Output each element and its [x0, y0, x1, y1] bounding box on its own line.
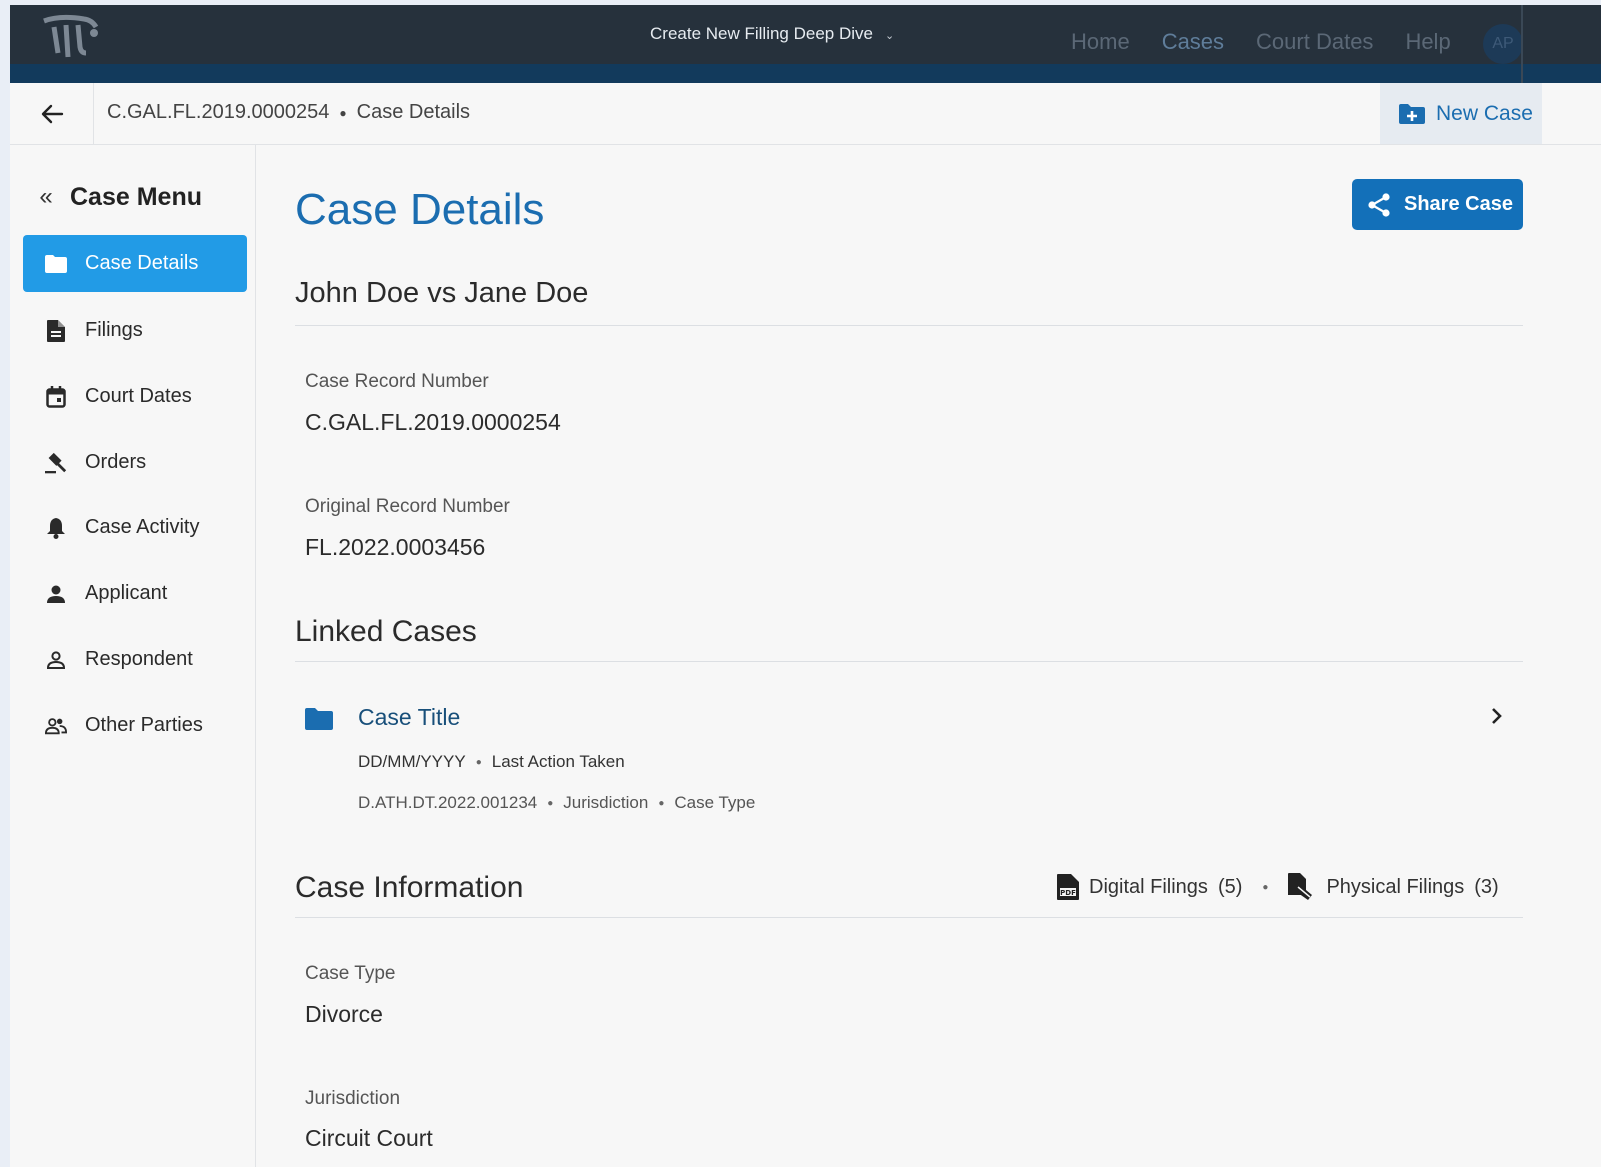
- sidebar-item-label: Case Details: [85, 252, 199, 274]
- main-content: Case Details Share Case John Doe vs Jane…: [257, 145, 1601, 1167]
- sidebar-item-court-dates[interactable]: Court Dates: [23, 368, 247, 425]
- sidebar-item-label: Respondent: [85, 648, 193, 670]
- field-label: Jurisdiction: [305, 1088, 401, 1109]
- chevron-down-icon: ⌄: [884, 29, 895, 42]
- back-button[interactable]: [10, 83, 94, 144]
- divider: [1521, 5, 1523, 83]
- sidebar-item-label: Filings: [85, 319, 143, 341]
- case-name-heading: John Doe vs Jane Doe: [295, 277, 589, 309]
- breadcrumb-page: Case Details: [356, 101, 471, 123]
- linked-case-item[interactable]: Case Title DD/MM/YYYY ● Last Action Take…: [295, 690, 1523, 820]
- new-case-label: New Case: [1436, 101, 1533, 125]
- sidebar-item-label: Case Activity: [85, 516, 200, 538]
- digital-filings-count: (5): [1217, 875, 1243, 898]
- app-window: Create New Filling Deep Dive ⌄ Home Case…: [10, 5, 1601, 1167]
- sidebar-item-other-parties[interactable]: Other Parties: [23, 697, 247, 754]
- folder-plus-icon: [1399, 103, 1425, 124]
- arrow-left-icon: [41, 104, 63, 123]
- linked-case-date: DD/MM/YYYY: [358, 752, 466, 771]
- physical-filings-label: Physical Filings: [1326, 875, 1465, 898]
- nav-cases[interactable]: Cases: [1161, 27, 1225, 70]
- chevron-right-icon[interactable]: [1490, 706, 1504, 731]
- gavel-icon: [45, 452, 67, 474]
- nav-help[interactable]: Help: [1405, 27, 1450, 57]
- digital-filings-label: Digital Filings: [1089, 875, 1208, 898]
- app-title: Create New Filling Deep Dive: [650, 24, 873, 43]
- sidebar-item-orders[interactable]: Orders: [23, 434, 247, 491]
- new-case-button[interactable]: New Case: [1380, 83, 1542, 144]
- breadcrumb: C.GAL.FL.2019.0000254 ● Case Details: [107, 101, 470, 124]
- sidebar-item-label: Applicant: [85, 582, 168, 604]
- separator-dot: ●: [475, 756, 482, 768]
- linked-case-record: D.ATH.DT.2022.001234: [358, 793, 538, 812]
- case-record-number-value: C.GAL.FL.2019.0000254: [305, 409, 561, 435]
- sidebar-item-respondent[interactable]: Respondent: [23, 631, 247, 688]
- logo-icon[interactable]: [40, 13, 100, 67]
- share-icon: [1368, 192, 1390, 217]
- avatar[interactable]: AP: [1483, 24, 1523, 64]
- sidebar-item-applicant[interactable]: Applicant: [23, 565, 247, 622]
- filings-summary: PDF Digital Filings (5) ● Physical Filin…: [1057, 871, 1499, 903]
- share-case-button[interactable]: Share Case: [1352, 179, 1523, 230]
- original-record-number-value: FL.2022.0003456: [305, 534, 486, 560]
- physical-filings-count: (3): [1474, 875, 1499, 898]
- folder-icon: [305, 708, 333, 735]
- physical-filings-link[interactable]: Physical Filings (3): [1288, 873, 1499, 901]
- collapse-icon[interactable]: «: [36, 183, 56, 211]
- nav-court-dates[interactable]: Court Dates: [1256, 27, 1373, 57]
- sidebar-item-case-activity[interactable]: Case Activity: [23, 499, 247, 556]
- bell-icon: [45, 517, 67, 539]
- top-bar: Create New Filling Deep Dive ⌄ Home Case…: [10, 5, 1601, 70]
- breadcrumb-bar: C.GAL.FL.2019.0000254 ● Case Details New…: [10, 83, 1601, 145]
- sidebar-item-case-details[interactable]: Case Details: [23, 235, 247, 292]
- divider: [295, 661, 1523, 662]
- field-label: Case Record Number: [305, 371, 489, 392]
- case-menu-header[interactable]: « Case Menu: [36, 181, 202, 213]
- app-title-dropdown[interactable]: Create New Filling Deep Dive ⌄: [650, 22, 894, 46]
- separator-dot: ●: [658, 797, 665, 809]
- people-icon: [45, 715, 67, 737]
- calendar-icon: [45, 385, 67, 408]
- field-label: Case Type: [305, 963, 396, 984]
- case-menu-title: Case Menu: [70, 182, 202, 211]
- divider: [295, 917, 1523, 918]
- person-outline-icon: [45, 649, 67, 671]
- document-icon: [45, 319, 67, 342]
- case-menu-sidebar: « Case Menu Case Details Filings Court D…: [23, 145, 256, 1167]
- sidebar-item-filings[interactable]: Filings: [23, 302, 247, 359]
- page-title: Case Details: [295, 185, 545, 234]
- divider: [295, 325, 1523, 326]
- case-information-title: Case Information: [295, 871, 524, 904]
- sidebar-item-label: Court Dates: [85, 385, 192, 407]
- jurisdiction-value: Circuit Court: [305, 1125, 433, 1151]
- breadcrumb-case-number[interactable]: C.GAL.FL.2019.0000254: [107, 101, 329, 124]
- linked-case-type: Case Type: [674, 793, 756, 812]
- linked-case-meta: DD/MM/YYYY ● Last Action Taken: [358, 752, 625, 772]
- svg-text:PDF: PDF: [1060, 889, 1076, 897]
- share-case-label: Share Case: [1404, 193, 1513, 215]
- nav-home[interactable]: Home: [1071, 27, 1130, 57]
- sidebar-item-label: Orders: [85, 451, 147, 473]
- linked-cases-title: Linked Cases: [295, 615, 477, 648]
- linked-case-title[interactable]: Case Title: [358, 704, 460, 731]
- case-type-value: Divorce: [305, 1001, 383, 1027]
- digital-filings-link[interactable]: PDF Digital Filings (5): [1057, 874, 1242, 900]
- linked-case-jurisdiction: Jurisdiction: [563, 793, 649, 812]
- hand-document-icon: [1288, 873, 1313, 900]
- person-icon: [45, 583, 67, 605]
- top-bar-accent: [10, 64, 1601, 83]
- pdf-file-icon: PDF: [1057, 874, 1079, 900]
- top-nav: Home Cases Court Dates Help: [1071, 27, 1451, 70]
- folder-icon: [45, 253, 67, 275]
- field-label: Original Record Number: [305, 496, 510, 517]
- linked-case-last-action: Last Action Taken: [491, 752, 625, 771]
- linked-case-details: D.ATH.DT.2022.001234 ● Jurisdiction ● Ca…: [358, 793, 755, 813]
- separator-dot: ●: [547, 797, 554, 809]
- sidebar-item-label: Other Parties: [85, 714, 203, 736]
- separator-dot: ●: [1262, 881, 1269, 893]
- separator-dot: ●: [339, 105, 347, 120]
